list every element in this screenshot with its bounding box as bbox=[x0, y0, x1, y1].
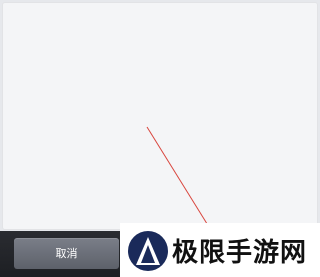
watermark-text: 极限手游网 bbox=[172, 238, 308, 268]
circle-triangle-logo-icon bbox=[128, 231, 168, 271]
signature-pad-screen: 取消 极限手游网 bbox=[0, 0, 320, 277]
drawing-canvas[interactable] bbox=[2, 2, 318, 230]
drawn-stroke bbox=[146, 126, 210, 228]
stroke-line bbox=[146, 126, 210, 228]
site-watermark: 极限手游网 bbox=[120, 223, 320, 277]
cancel-button[interactable]: 取消 bbox=[14, 238, 119, 269]
